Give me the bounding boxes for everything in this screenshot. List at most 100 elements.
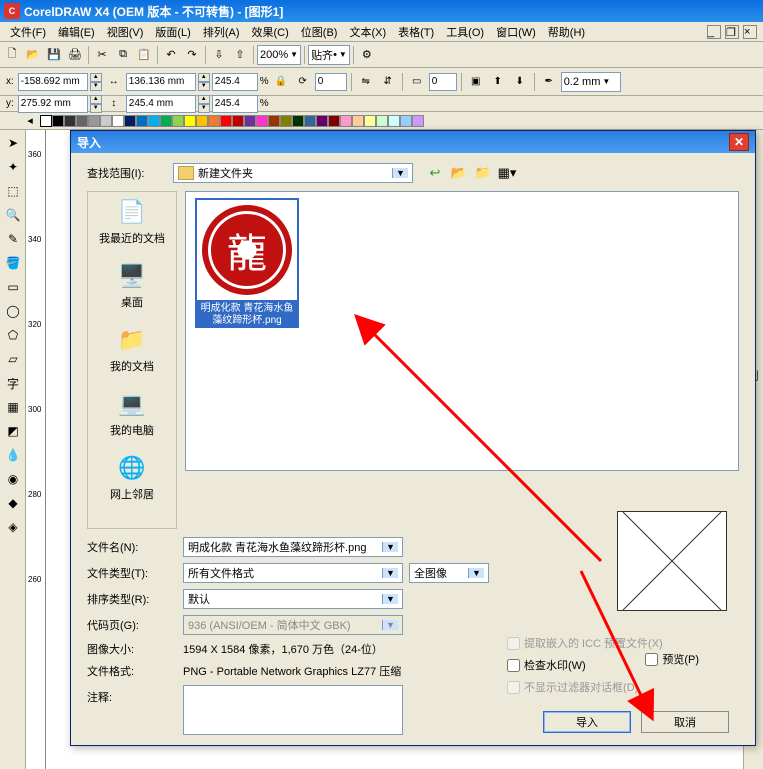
rotate-input[interactable]	[315, 73, 347, 91]
swatch[interactable]	[400, 115, 412, 127]
swatch[interactable]	[76, 115, 88, 127]
file-list[interactable]: 明成化款 青花海水鱼藻纹蹄形杯.png	[185, 191, 739, 471]
height-input[interactable]	[126, 95, 196, 113]
h-spinner[interactable]: ▲▼	[198, 95, 210, 113]
outline-width-combo[interactable]: 0.2 mm▼	[561, 72, 621, 92]
y-spinner[interactable]: ▲▼	[90, 95, 102, 113]
export-icon[interactable]: ⇧	[230, 45, 250, 65]
menu-tools[interactable]: 工具(O)	[440, 22, 490, 42]
shape-tool[interactable]: ✦	[2, 156, 24, 178]
swatch[interactable]	[268, 115, 280, 127]
swatch[interactable]	[64, 115, 76, 127]
swatch[interactable]	[220, 115, 232, 127]
swatch[interactable]	[136, 115, 148, 127]
menu-edit[interactable]: 编辑(E)	[52, 22, 101, 42]
wrap-icon[interactable]: ▣	[466, 72, 486, 92]
menu-help[interactable]: 帮助(H)	[542, 22, 591, 42]
mirror-h-icon[interactable]: ⇋	[356, 72, 376, 92]
units-input[interactable]	[429, 73, 457, 91]
menu-window[interactable]: 窗口(W)	[490, 22, 542, 42]
snap-combo[interactable]: 贴齐 • ▼	[308, 45, 350, 65]
mdi-restore-icon[interactable]: ❐	[725, 25, 739, 39]
place-network[interactable]: 🌐网上邻居	[110, 452, 154, 502]
swatch[interactable]	[340, 115, 352, 127]
place-computer[interactable]: 💻我的电脑	[110, 388, 154, 438]
dialog-titlebar[interactable]: 导入 ✕	[71, 131, 755, 153]
text-tool[interactable]: 字	[2, 372, 24, 394]
swatch[interactable]	[244, 115, 256, 127]
place-documents[interactable]: 📁我的文档	[110, 324, 154, 374]
menu-view[interactable]: 视图(V)	[101, 22, 150, 42]
interactive-fill-tool[interactable]: ◈	[2, 516, 24, 538]
scale-y-input[interactable]	[212, 95, 258, 113]
toback-icon[interactable]: ⬇	[510, 72, 530, 92]
swatch[interactable]	[376, 115, 388, 127]
menu-arrange[interactable]: 排列(A)	[197, 22, 246, 42]
fullimage-combo[interactable]: 全图像▼	[409, 563, 489, 583]
cut-icon[interactable]: ✂	[92, 45, 112, 65]
swatch[interactable]	[292, 115, 304, 127]
swatch[interactable]	[388, 115, 400, 127]
swatch[interactable]	[172, 115, 184, 127]
options-icon[interactable]: ⚙	[357, 45, 377, 65]
swatch[interactable]	[328, 115, 340, 127]
up-icon[interactable]: 📂	[449, 163, 469, 183]
paste-icon[interactable]: 📋	[134, 45, 154, 65]
watermark-checkbox[interactable]: 检查水印(W)	[507, 657, 727, 673]
cancel-button[interactable]: 取消	[641, 711, 729, 733]
menu-effects[interactable]: 效果(C)	[246, 22, 295, 42]
print-icon[interactable]: 🖨	[65, 45, 85, 65]
sort-combo[interactable]: 默认▼	[183, 589, 403, 609]
fill-tool[interactable]: ◆	[2, 492, 24, 514]
menu-file[interactable]: 文件(F)	[4, 22, 52, 42]
import-icon[interactable]: ⇩	[209, 45, 229, 65]
outline-tool[interactable]: ◉	[2, 468, 24, 490]
ellipse-tool[interactable]: ◯	[2, 300, 24, 322]
swatch[interactable]	[52, 115, 64, 127]
menu-table[interactable]: 表格(T)	[392, 22, 440, 42]
place-desktop[interactable]: 🖥️桌面	[116, 260, 148, 310]
new-icon[interactable]: 🗋	[2, 45, 22, 65]
save-icon[interactable]: 💾	[44, 45, 64, 65]
menu-bitmap[interactable]: 位图(B)	[295, 22, 344, 42]
undo-icon[interactable]: ↶	[161, 45, 181, 65]
eyedropper-tool[interactable]: 💧	[2, 444, 24, 466]
swatch[interactable]	[184, 115, 196, 127]
crop-tool[interactable]: ⬚	[2, 180, 24, 202]
swatch-none[interactable]	[40, 115, 52, 127]
mirror-v-icon[interactable]: ⇵	[378, 72, 398, 92]
table-tool[interactable]: ▦	[2, 396, 24, 418]
notes-textarea[interactable]	[183, 685, 403, 735]
new-folder-icon[interactable]: 📁	[473, 163, 493, 183]
filetype-combo[interactable]: 所有文件格式▼	[183, 563, 403, 583]
swatch[interactable]	[232, 115, 244, 127]
swatch[interactable]	[148, 115, 160, 127]
lock-icon[interactable]: 🔒	[271, 72, 291, 92]
interactive-tool[interactable]: ◩	[2, 420, 24, 442]
swatch[interactable]	[100, 115, 112, 127]
mdi-close-icon[interactable]: ×	[743, 25, 757, 39]
look-in-combo[interactable]: 新建文件夹 ▼	[173, 163, 413, 183]
swatch[interactable]	[160, 115, 172, 127]
swatch[interactable]	[316, 115, 328, 127]
width-input[interactable]	[126, 73, 196, 91]
swatch[interactable]	[412, 115, 424, 127]
menu-layout[interactable]: 版面(L)	[149, 22, 196, 42]
file-item-selected[interactable]: 明成化款 青花海水鱼藻纹蹄形杯.png	[192, 198, 302, 328]
place-recent[interactable]: 📄我最近的文档	[99, 196, 165, 246]
close-icon[interactable]: ✕	[729, 133, 749, 151]
x-input[interactable]	[18, 73, 88, 91]
align-icon[interactable]: ▭	[407, 72, 427, 92]
swatch[interactable]	[256, 115, 268, 127]
scale-x-input[interactable]	[212, 73, 258, 91]
tofront-icon[interactable]: ⬆	[488, 72, 508, 92]
import-button[interactable]: 导入	[543, 711, 631, 733]
swatch[interactable]	[280, 115, 292, 127]
swatch[interactable]	[112, 115, 124, 127]
filename-combo[interactable]: 明成化款 青花海水鱼藻纹蹄形杯.png▼	[183, 537, 403, 557]
w-spinner[interactable]: ▲▼	[198, 73, 210, 91]
zoom-combo[interactable]: 200%▼	[257, 45, 301, 65]
open-icon[interactable]: 📂	[23, 45, 43, 65]
swatch[interactable]	[88, 115, 100, 127]
freehand-tool[interactable]: ✎	[2, 228, 24, 250]
